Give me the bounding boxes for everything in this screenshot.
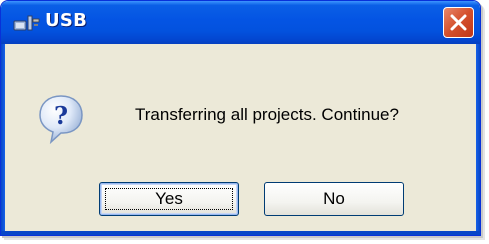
question-icon: ? (37, 93, 85, 145)
no-button[interactable]: No (264, 182, 404, 216)
yes-button-label: Yes (155, 189, 183, 208)
usb-device-icon (13, 13, 41, 33)
title-bar[interactable]: USB (1, 1, 480, 44)
yes-button[interactable]: Yes (99, 182, 239, 216)
dialog-message: Transferring all projects. Continue? (135, 105, 399, 124)
svg-text:?: ? (54, 101, 68, 130)
window-frame-bottom (1, 231, 480, 235)
close-button[interactable] (443, 7, 474, 38)
close-icon (450, 14, 467, 31)
window-frame-left (1, 44, 5, 235)
dialog-window: USB ? Transferring all projects. Continu… (0, 0, 481, 236)
no-button-label: No (323, 189, 345, 208)
window-title: USB (45, 10, 88, 31)
window-frame-right (476, 44, 480, 235)
